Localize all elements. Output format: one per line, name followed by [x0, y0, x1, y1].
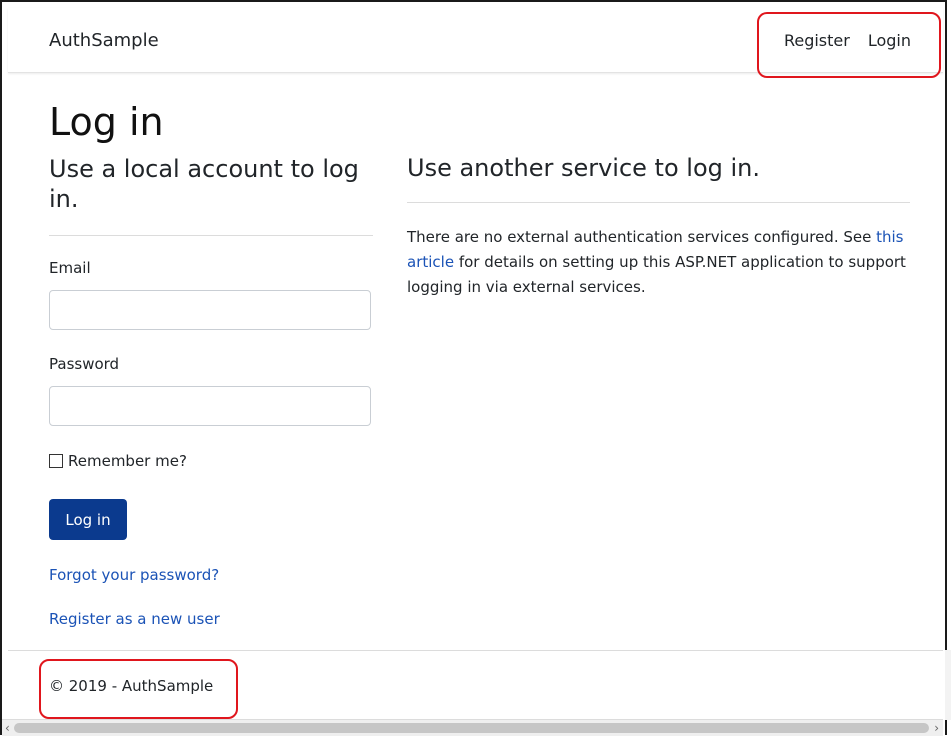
- external-text-after: for details on setting up this ASP.NET a…: [407, 253, 906, 296]
- register-new-user-link[interactable]: Register as a new user: [49, 610, 220, 628]
- external-auth-message: There are no external authentication ser…: [407, 225, 907, 300]
- forgot-password-link[interactable]: Forgot your password?: [49, 566, 219, 584]
- divider-right: [407, 202, 910, 203]
- email-input[interactable]: [49, 290, 371, 330]
- vertical-scrollbar[interactable]: [945, 650, 951, 720]
- scroll-right-icon[interactable]: ›: [934, 721, 939, 735]
- password-label: Password: [49, 355, 120, 373]
- horizontal-scrollbar[interactable]: ‹ ›: [2, 719, 943, 736]
- brand-link[interactable]: AuthSample: [49, 30, 159, 51]
- password-input[interactable]: [49, 386, 371, 426]
- external-service-heading: Use another service to log in.: [407, 154, 760, 182]
- remember-me-label[interactable]: Remember me?: [68, 452, 187, 470]
- remember-me-row: Remember me?: [49, 452, 187, 470]
- remember-me-checkbox[interactable]: [49, 454, 63, 468]
- scrollbar-thumb[interactable]: [14, 723, 929, 733]
- page-title: Log in: [49, 100, 164, 144]
- local-account-heading: Use a local account to log in.: [49, 155, 359, 213]
- login-button[interactable]: Log in: [49, 499, 127, 540]
- highlight-box-nav: [757, 12, 941, 78]
- scroll-left-icon[interactable]: ‹: [5, 721, 10, 735]
- external-text-before: There are no external authentication ser…: [407, 228, 877, 246]
- email-label: Email: [49, 259, 91, 277]
- highlight-box-footer: [39, 659, 238, 719]
- divider-left: [49, 235, 373, 236]
